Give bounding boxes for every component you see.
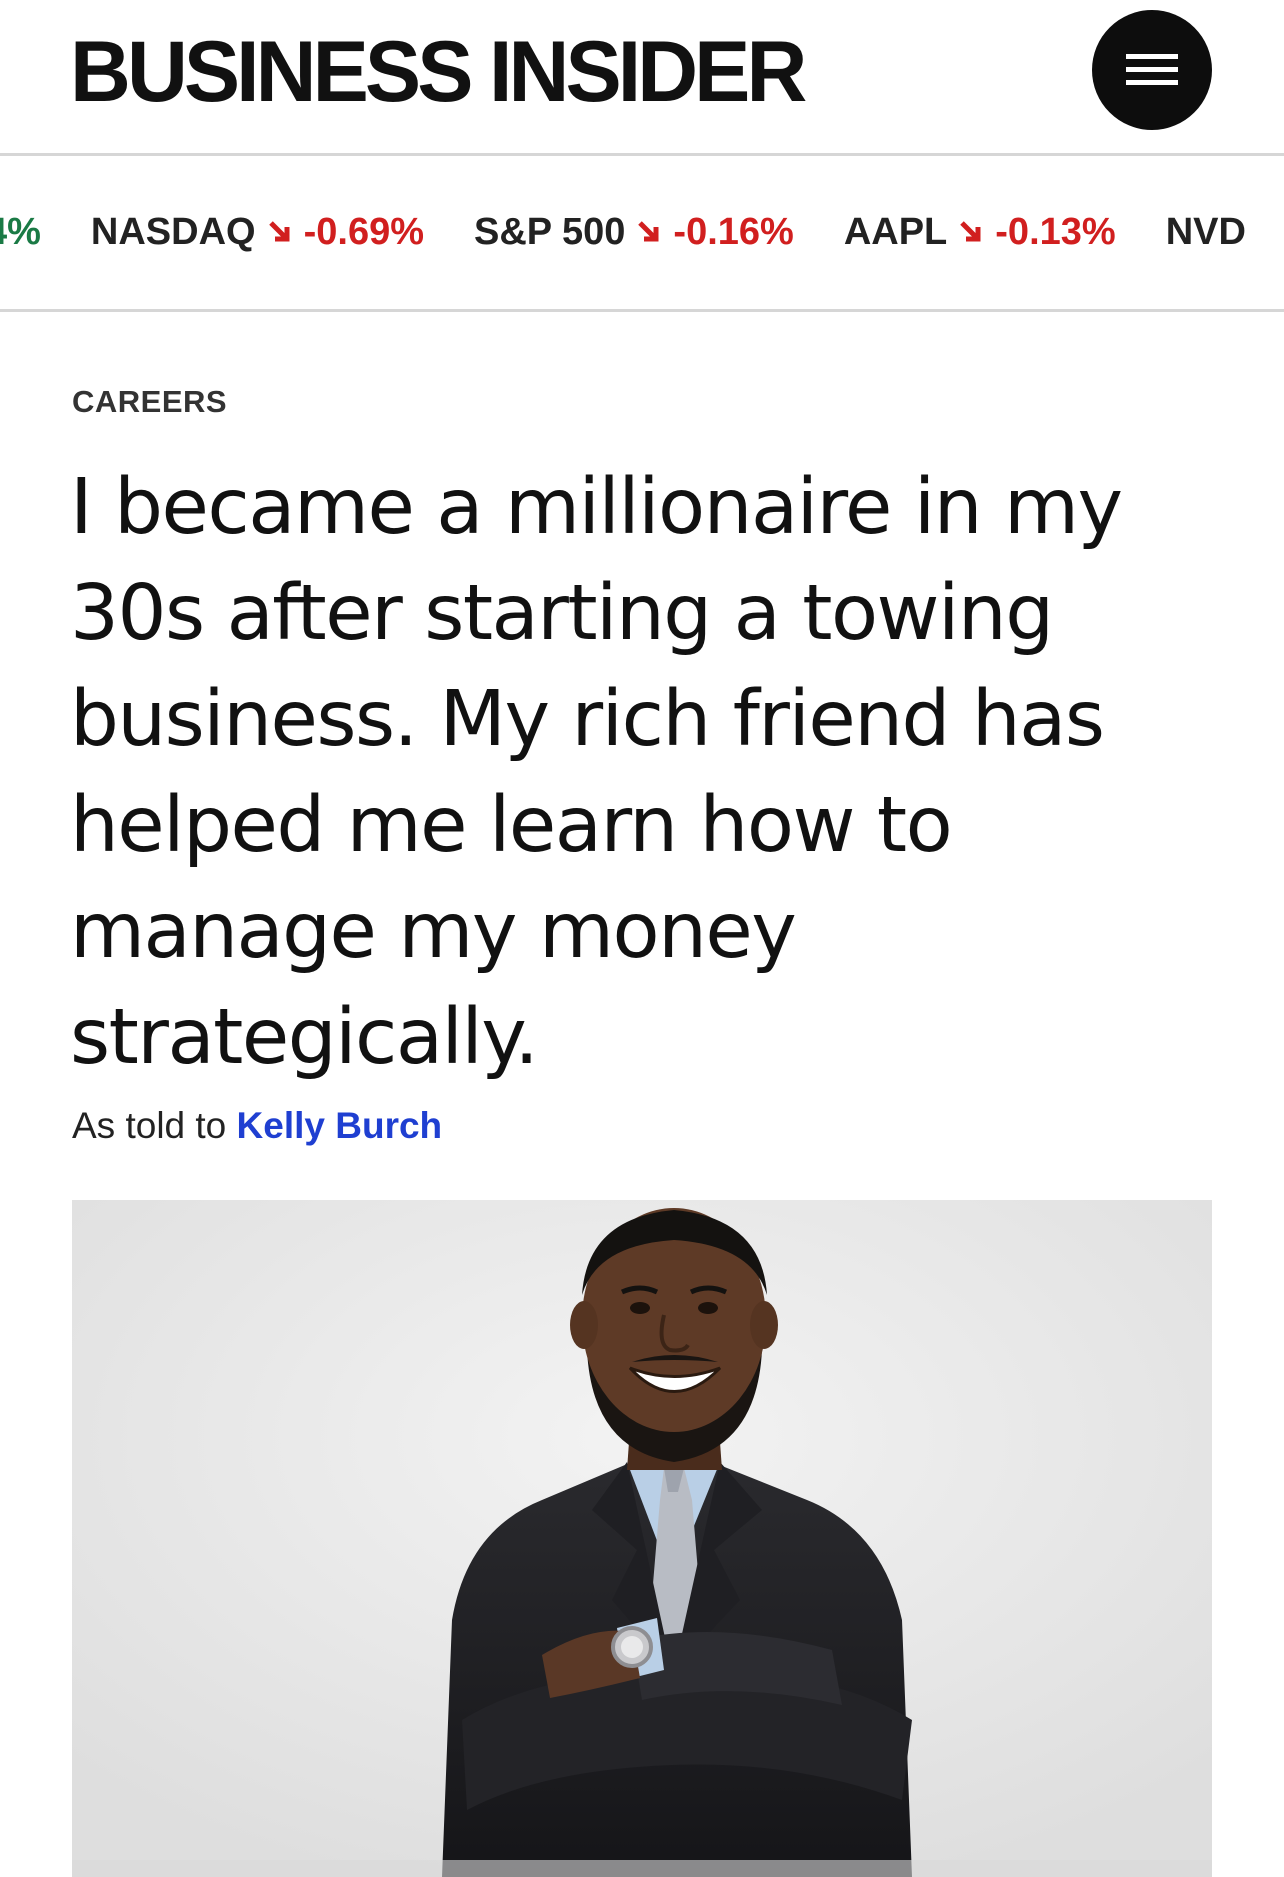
site-logo[interactable]: BUSINESS INSIDER xyxy=(70,24,807,120)
ticker-symbol: AAPL xyxy=(843,211,948,253)
portrait-illustration xyxy=(72,1200,1212,1877)
ticker-item-nasdaq[interactable]: NASDAQ -0.69% xyxy=(91,211,424,254)
ticker-item-aapl[interactable]: AAPL -0.13% xyxy=(844,211,1116,254)
ticker-change: 4% xyxy=(0,211,41,253)
hero-image xyxy=(72,1200,1212,1877)
ticker-item-partial[interactable]: 4% xyxy=(0,211,41,254)
ticker-change: -0.69% xyxy=(303,211,425,253)
ticker-item-nvda-partial[interactable]: NVD xyxy=(1166,211,1258,254)
byline-prefix: As told to xyxy=(72,1105,227,1146)
article-byline: As told to Kelly Burch xyxy=(72,1105,442,1147)
ticker-item-sp500[interactable]: S&P 500 -0.16% xyxy=(474,211,794,254)
hamburger-menu-icon xyxy=(1126,54,1178,85)
stock-ticker: 4% NASDAQ -0.69% S&P 500 -0.16% AAPL -0.… xyxy=(0,156,1284,312)
article-headline: I became a millionaire in my 30s after s… xyxy=(70,463,1123,1082)
ticker-symbol: NVD xyxy=(1165,211,1246,253)
site-header: BUSINESS INSIDER xyxy=(0,0,1284,156)
author-link[interactable]: Kelly Burch xyxy=(237,1105,443,1146)
ticker-symbol: S&P 500 xyxy=(474,211,626,253)
down-arrow-icon xyxy=(638,220,659,241)
ticker-change: -0.16% xyxy=(673,211,794,253)
ticker-symbol: NASDAQ xyxy=(90,211,256,253)
ticker-change: -0.13% xyxy=(995,211,1116,253)
article-category[interactable]: CAREERS xyxy=(72,384,227,420)
down-arrow-icon xyxy=(268,220,290,241)
ticker-track: 4% NASDAQ -0.69% S&P 500 -0.16% AAPL -0.… xyxy=(0,156,1284,309)
down-arrow-icon xyxy=(960,220,981,241)
menu-button[interactable] xyxy=(1092,10,1212,130)
